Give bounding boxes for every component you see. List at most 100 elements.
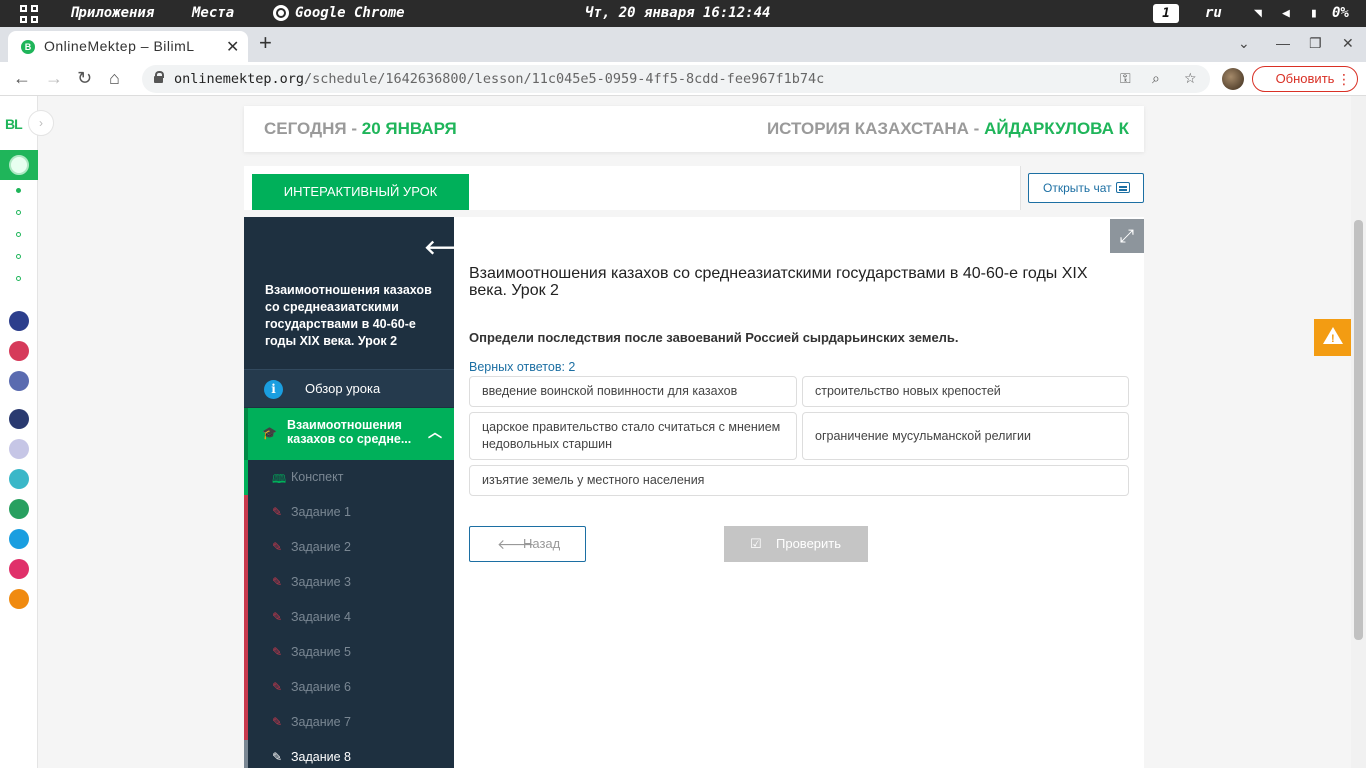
edit-icon: ✎ [272,750,283,764]
bilimland-logo[interactable]: BL [5,116,23,132]
maximize-button[interactable]: ❐ [1309,35,1322,52]
chrome-icon [273,5,289,21]
web-page: BL › СЕГОДНЯ - 20 ЯНВАРЯ ИСТОРИЯ КАЗАХСТ… [0,96,1366,768]
answer-option[interactable]: изъятие земель у местного населения [469,465,1129,496]
edit-icon: ✎ [272,540,283,554]
active-app-label[interactable]: Google Chrome [295,5,405,21]
answer-option[interactable]: царское правительство стало считаться с … [469,412,797,460]
lesson-header: СЕГОДНЯ - 20 ЯНВАРЯ ИСТОРИЯ КАЗАХСТАНА -… [244,106,1144,152]
browser-toolbar: ← → ↻ ⌂ onlinemektep.org/schedule/164263… [0,62,1366,96]
back-icon[interactable]: ← [13,68,31,89]
clock[interactable]: Чт, 20 января 16:12:44 [585,5,770,21]
rail-dot-1[interactable] [16,188,21,193]
edit-icon: ✎ [272,680,283,694]
page-scrollbar[interactable] [1351,96,1366,768]
chevron-up-icon[interactable]: ︿ [428,422,442,442]
browser-tab-strip: B OnlineMektep – BilimLand ✕ [0,27,1366,62]
today-label: СЕГОДНЯ - 20 ЯНВАРЯ [264,119,457,138]
rail-app-9-icon[interactable] [9,559,29,579]
fullscreen-expand-icon[interactable]: ⤢ [1110,219,1144,253]
sidebar-item-overview[interactable]: i Обзор урока [244,369,454,407]
tab-interactive-lesson[interactable]: ИНТЕРАКТИВНЫЙ УРОК [252,174,469,210]
rail-app-8-icon[interactable] [9,529,29,549]
info-icon: i [264,380,283,399]
sidebar-item-task-4[interactable]: ✎ Задание 4 [244,600,454,635]
scrollbar-thumb[interactable] [1354,220,1363,640]
workspace-indicator[interactable]: 1 [1153,4,1179,23]
rail-dot-5[interactable] [16,276,21,281]
update-button[interactable]: Обновить [1252,66,1358,92]
answer-option[interactable]: ограничение мусульманской религии [802,412,1129,460]
address-bar[interactable]: onlinemektep.org/schedule/1642636800/les… [142,65,1210,93]
url-text[interactable]: onlinemektep.org/schedule/1642636800/les… [174,71,824,87]
sidebar-item-task-7[interactable]: ✎ Задание 7 [244,705,454,740]
lesson-title: Взаимоотношения казахов со среднеазиатск… [469,265,1088,299]
rail-app-5-icon[interactable] [9,439,29,459]
browser-tab[interactable]: B OnlineMektep – BilimLand ✕ [8,31,248,62]
sidebar-item-task-8[interactable]: ✎ Задание 8 [244,740,454,768]
question-text: Определи последствия после завоеваний Ро… [469,330,959,345]
book-icon: 🕮 [272,472,287,486]
key-icon[interactable]: ⚿ [1120,70,1131,87]
sidebar-item-task-5[interactable]: ✎ Задание 5 [244,635,454,670]
app-rail: BL [0,96,38,768]
tab-search-icon[interactable]: ⌄ [1238,35,1250,52]
report-warning-icon[interactable]: ! [1314,319,1351,356]
tab-title: OnlineMektep – BilimLand [44,38,194,54]
lesson-tabs: ИНТЕРАКТИВНЫЙ УРОК Открыть чат [244,166,1144,210]
home-icon[interactable]: ⌂ [109,68,120,89]
app-grid-icon[interactable] [20,5,38,23]
keyboard-layout[interactable]: ru [1205,5,1222,21]
forward-icon[interactable]: → [45,68,63,89]
bookmark-star-icon[interactable]: ☆ [1184,70,1197,87]
edit-icon: ✎ [272,715,283,729]
volume-icon: ◀ [1282,6,1290,21]
sidebar-section-current[interactable]: 🎓 Взаимоотношения казахов со средне... ︿ [244,408,454,460]
sidebar-item-label: Обзор урока [305,381,381,396]
edit-icon: ✎ [272,645,283,659]
battery-level: 0% [1332,5,1349,21]
sidebar-item-task-3[interactable]: ✎ Задание 3 [244,565,454,600]
zoom-icon[interactable]: ⌕ [1152,70,1160,87]
rail-app-smart-icon[interactable] [9,409,29,429]
subject-label: ИСТОРИЯ КАЗАХСТАНА - АЙДАРКУЛОВА К [766,119,1129,138]
correct-answers-count: Верных ответов: 2 [469,360,576,374]
back-arrow-icon[interactable]: 🡐 [424,235,454,260]
minimize-button[interactable]: — [1276,35,1290,51]
rail-dot-4[interactable] [16,254,21,259]
rail-expand-chevron-icon[interactable]: › [28,110,54,136]
rail-app-3-icon[interactable] [9,371,29,391]
rail-app-6-icon[interactable] [9,469,29,489]
new-tab-button[interactable]: + [259,32,272,54]
reload-icon[interactable]: ↻ [77,68,92,89]
edit-icon: ✎ [272,505,283,519]
sidebar-lesson-title: Взаимоотношения казахов со среднеазиатск… [265,283,432,348]
sidebar-item-task-2[interactable]: ✎ Задание 2 [244,530,454,565]
back-button[interactable]: 🡐 Назад [469,526,586,562]
sidebar-item-task-6[interactable]: ✎ Задание 6 [244,670,454,705]
places-menu[interactable]: Места [192,5,234,21]
open-chat-button[interactable]: Открыть чат [1028,173,1144,203]
sidebar-item-konspekt[interactable]: 🕮 Конспект [244,460,454,495]
microphone-icon: ▮ [1310,6,1318,21]
rail-app-1-icon[interactable] [9,311,29,331]
rail-app-2-icon[interactable] [9,341,29,361]
sidebar-section-label: Взаимоотношения казахов со средне... [287,418,412,446]
profile-avatar[interactable] [1222,68,1244,90]
rail-dot-3[interactable] [16,232,21,237]
chat-icon [1116,182,1130,193]
edit-icon: ✎ [272,610,283,624]
rail-item-onlinemektep[interactable] [0,150,38,180]
answer-option[interactable]: введение воинской повинности для казахов [469,376,797,407]
rail-app-10-icon[interactable] [9,589,29,609]
check-button[interactable]: ☑ Проверить [724,526,868,562]
task-panel: ⤢ Взаимоотношения казахов со среднеазиат… [454,217,1144,768]
close-tab-icon[interactable]: ✕ [226,37,239,57]
lock-icon[interactable] [154,71,164,83]
applications-menu[interactable]: Приложения [70,5,154,21]
close-window-button[interactable]: ✕ [1342,35,1354,52]
rail-app-7-icon[interactable] [9,499,29,519]
answer-option[interactable]: строительство новых крепостей [802,376,1129,407]
rail-dot-2[interactable] [16,210,21,215]
sidebar-item-task-1[interactable]: ✎ Задание 1 [244,495,454,530]
